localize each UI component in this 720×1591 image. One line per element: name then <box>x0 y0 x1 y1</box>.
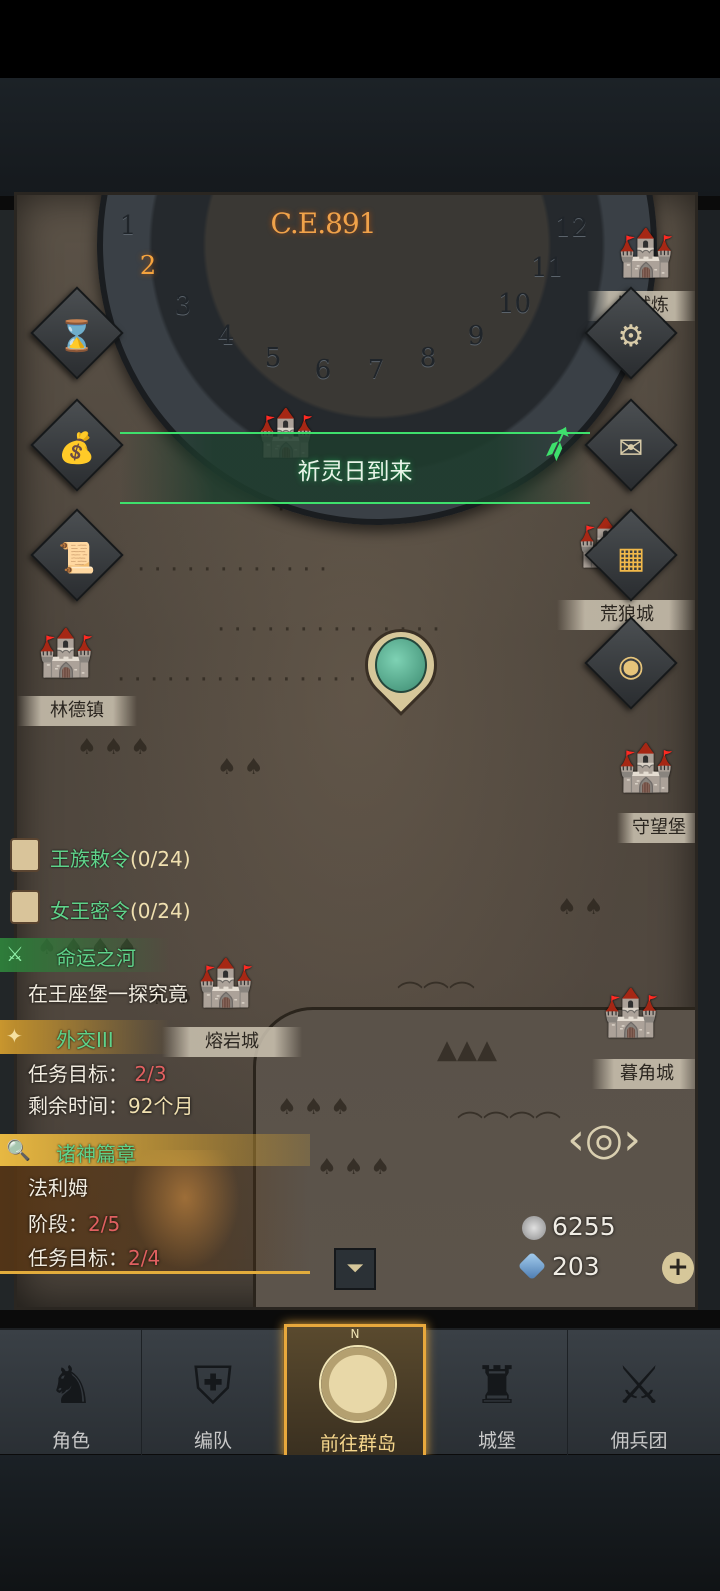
magnifier-icon: 🔍 <box>6 1138 31 1162</box>
dotted-path: · · · · · · · · · · · · · · · · <box>117 665 374 695</box>
helmet-icon <box>375 637 427 693</box>
nav-label: 城堡 <box>477 1430 516 1452</box>
nav-item-mercenary[interactable]: ⚔ 佣兵团 <box>568 1330 720 1456</box>
mercenary-icon: ⚔ <box>615 1356 663 1416</box>
top-band <box>0 78 720 196</box>
month-11: 11 <box>531 253 565 283</box>
month-12: 12 <box>555 213 589 243</box>
nav-label: 编队 <box>193 1430 232 1452</box>
quest-queen-order[interactable]: 女王密令(0/24) <box>50 895 191 924</box>
mountain-icon: ⌒⌒⌒ <box>397 981 476 1011</box>
dotted-path: · · · · · · · · · · · · <box>137 555 328 585</box>
money-bag-icon: 💰 <box>58 430 96 466</box>
quest-fate-desc[interactable]: 在王座堡一探究竟 <box>28 978 188 1007</box>
place-label-shouwang[interactable]: 守望堡 <box>617 813 695 843</box>
helmet-icon: ⛨ <box>193 1356 233 1416</box>
bottom-nav: ♞ 角色 ⛨ 编队 N 前往群岛 ♜ 城堡 ⚔ 佣兵团 <box>0 1324 720 1458</box>
compass-north-label: N <box>350 1327 360 1341</box>
month-4: 4 <box>217 321 235 351</box>
silver-amount: 6255 <box>552 1212 616 1241</box>
nav-label: 角色 <box>51 1430 90 1452</box>
mountain-icon: ▲▲▲ <box>437 1035 497 1065</box>
scroll-icon: 📜 <box>58 540 96 576</box>
crystal-amount: 203 <box>552 1252 600 1281</box>
window-grid-icon: ▦ <box>616 540 646 576</box>
quest-diplomacy-target[interactable]: 任务目标： 2/3 <box>28 1058 167 1087</box>
quest-diplomacy-title[interactable]: 外交III <box>56 1024 114 1053</box>
month-7: 7 <box>367 355 385 385</box>
quest-gods-header[interactable] <box>0 1134 310 1166</box>
tree-icon: ♠ ♠ <box>217 755 264 780</box>
month-10: 10 <box>498 289 532 319</box>
month-5: 5 <box>264 343 282 373</box>
hourglass-icon: ⌛ <box>58 318 96 354</box>
quest-gods-stage[interactable]: 阶段：2/5 <box>28 1208 120 1237</box>
month-3: 3 <box>174 291 192 321</box>
nav-label: 佣兵团 <box>610 1430 668 1452</box>
nav-label: 前往群岛 <box>319 1433 396 1455</box>
nav-item-castle[interactable]: ♜ 城堡 <box>426 1330 568 1456</box>
locate-button[interactable]: ‹◎› <box>548 1108 660 1172</box>
calendar-year: C.E.891 <box>270 207 376 240</box>
castle-icon[interactable]: 🏰 <box>37 625 94 680</box>
crosshair-icon: ‹◎› <box>567 1114 641 1165</box>
decree-scroll-icon <box>10 838 40 872</box>
month-2-active: 2 <box>139 251 157 281</box>
mountain-icon: ⌒⌒⌒⌒ <box>457 1111 562 1141</box>
tree-icon: ♠ ♠ <box>557 895 604 920</box>
quest-gods-name[interactable]: 法利姆 <box>28 1172 88 1201</box>
bottom-bar <box>0 1455 720 1591</box>
nav-item-islands[interactable]: N 前往群岛 <box>284 1324 426 1458</box>
chevron-down-icon: ⏷ <box>346 1256 364 1281</box>
castle-icon[interactable]: 🏰 <box>602 985 659 1040</box>
queen-scroll-icon <box>10 890 40 924</box>
knight-icon: ♞ <box>47 1356 95 1416</box>
place-label-mujiao[interactable]: 暮角城 <box>592 1059 695 1089</box>
nav-item-character[interactable]: ♞ 角色 <box>0 1330 142 1456</box>
castle-icon[interactable]: 🏰 <box>617 740 674 795</box>
place-label-rongyan[interactable]: 熔岩城 <box>162 1027 302 1057</box>
tree-icon: ♠ ♠ ♠ <box>317 1155 391 1180</box>
plus-icon: + <box>667 1252 689 1282</box>
quest-diplomacy-time[interactable]: 剩余时间：92个月 <box>28 1090 193 1119</box>
castle-icon[interactable]: 🏰 <box>197 955 254 1010</box>
month-8: 8 <box>419 343 437 373</box>
castle-icon: ♜ <box>473 1356 521 1416</box>
envelope-icon: ✉ <box>618 430 644 466</box>
silver-coin-icon <box>522 1216 546 1240</box>
tree-icon: ♠ ♠ ♠ <box>277 1095 351 1120</box>
status-bar-area <box>0 0 720 78</box>
month-6: 6 <box>314 355 332 385</box>
castle-icon[interactable]: 🏰 <box>617 225 674 280</box>
quest-gods-target[interactable]: 任务目标：2/4 <box>28 1242 160 1271</box>
sword-icon: ⚔ <box>6 942 24 966</box>
handshake-icon: ✦ <box>6 1024 23 1048</box>
tree-icon: ♠ ♠ ♠ <box>77 735 151 760</box>
month-1: 1 <box>119 211 137 241</box>
compass-icon <box>319 1345 397 1423</box>
event-banner[interactable]: 祈灵日到来 <box>120 432 590 504</box>
coin-icon: ◉ <box>617 648 645 684</box>
gear-icon: ⚙ <box>617 318 645 354</box>
quest-gods-title[interactable]: 诸神篇章 <box>56 1138 136 1167</box>
map-right-edge <box>698 210 720 1310</box>
hero-marker[interactable] <box>350 614 452 719</box>
place-label-linde[interactable]: 林德镇 <box>17 696 137 726</box>
event-banner-text: 祈灵日到来 <box>297 459 413 485</box>
add-resource-button[interactable]: + <box>662 1252 694 1284</box>
collapse-button[interactable]: ⏷ <box>334 1248 376 1290</box>
month-9: 9 <box>467 321 485 351</box>
nav-item-formation[interactable]: ⛨ 编队 <box>142 1330 284 1456</box>
quest-fate-title[interactable]: 命运之河 <box>56 942 136 971</box>
quest-royal-decree[interactable]: 王族敕令(0/24) <box>50 843 191 872</box>
